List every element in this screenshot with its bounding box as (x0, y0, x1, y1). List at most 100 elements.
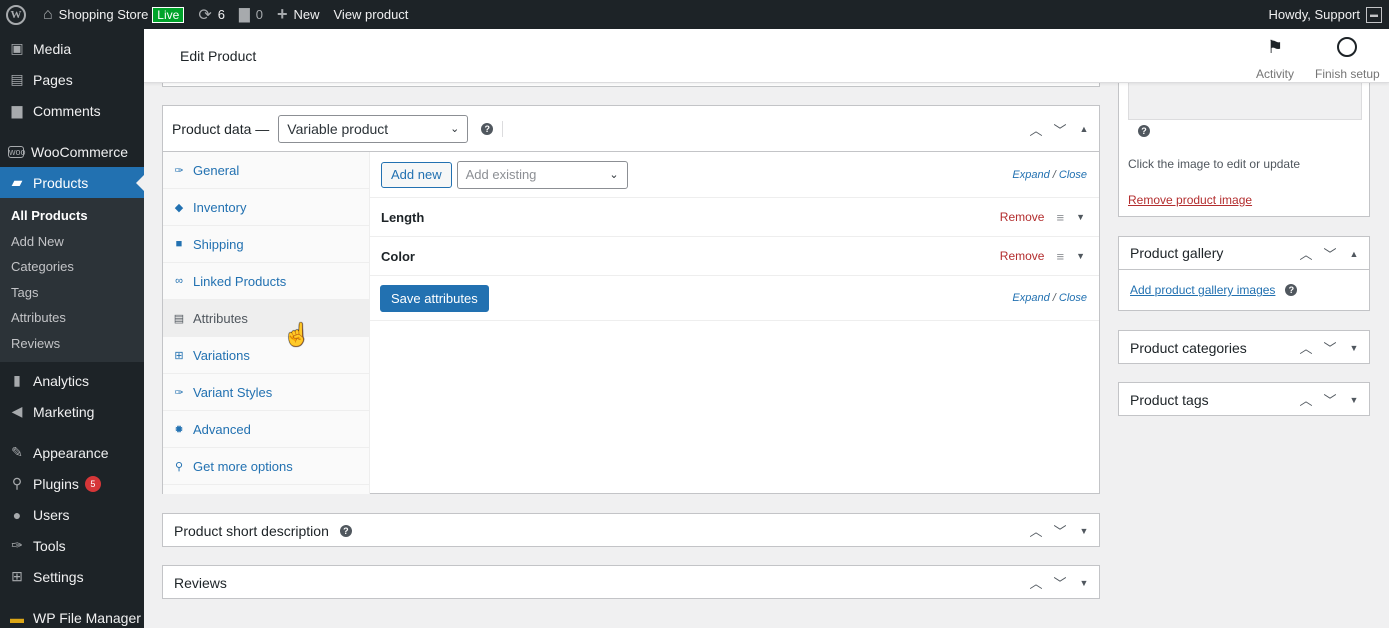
collapse-toggle-icon[interactable]: ▼ (1075, 578, 1093, 588)
menu-products[interactable]: ▰ Products (0, 167, 144, 198)
attribute-row[interactable]: Color Remove ≡ ▼ (370, 237, 1099, 276)
collapse-toggle-icon[interactable]: ▲ (1345, 249, 1363, 259)
menu-users-label: Users (33, 506, 70, 523)
add-gallery-images-link[interactable]: Add product gallery images (1130, 283, 1275, 297)
submenu-tags[interactable]: Tags (0, 280, 144, 306)
submenu-attributes[interactable]: Attributes (0, 305, 144, 331)
help-icon[interactable]: ? (481, 122, 494, 135)
submenu-categories[interactable]: Categories (0, 254, 144, 280)
help-icon[interactable]: ? (1138, 125, 1150, 137)
drag-handle-icon[interactable]: ≡ (1056, 210, 1064, 225)
menu-users[interactable]: ● Users (0, 499, 144, 530)
menu-media[interactable]: ▣ Media (0, 33, 144, 64)
tab-advanced[interactable]: ✹ Advanced (163, 411, 369, 448)
menu-comments[interactable]: ▆ Comments (0, 95, 144, 126)
collapse-toggle-icon[interactable]: ▼ (1345, 343, 1363, 353)
tab-variant-styles[interactable]: ✑ Variant Styles (163, 374, 369, 411)
move-down-icon[interactable]: ﹀ (1321, 244, 1339, 263)
new-label: New (293, 7, 320, 22)
activity-button[interactable]: ⚑ Activity (1256, 37, 1294, 81)
plugins-update-badge: 5 (84, 475, 101, 492)
submenu-all-products[interactable]: All Products (0, 203, 144, 229)
menu-settings[interactable]: ⊞ Settings (0, 561, 144, 592)
collapse-toggle-icon[interactable]: ▼ (1075, 526, 1093, 536)
site-name-link[interactable]: ⌂ Shopping Store Live (36, 0, 191, 29)
collapse-toggle-icon[interactable]: ▼ (1345, 395, 1363, 405)
move-down-icon[interactable]: ﹀ (1321, 390, 1339, 409)
remove-attribute-link[interactable]: Remove (1000, 249, 1045, 263)
submenu-add-new[interactable]: Add New (0, 229, 144, 255)
move-up-icon[interactable]: ︿ (1027, 573, 1045, 592)
page-title: Edit Product (180, 48, 257, 64)
tab-linked-products-label: Linked Products (193, 273, 287, 289)
settings-icon: ⊞ (11, 568, 23, 584)
short-description-title: Product short description (174, 522, 329, 539)
new-content-link[interactable]: + New (270, 0, 327, 29)
tab-variant-styles-label: Variant Styles (193, 384, 273, 400)
tab-inventory[interactable]: ◆ Inventory (163, 189, 369, 226)
move-up-icon[interactable]: ︿ (1027, 521, 1045, 540)
close-link[interactable]: Close (1059, 292, 1087, 304)
menu-analytics[interactable]: ▮ Analytics (0, 365, 144, 396)
product-image-thumbnail[interactable] (1128, 83, 1362, 120)
submenu-reviews[interactable]: Reviews (0, 331, 144, 357)
tab-attributes[interactable]: ▤ Attributes (163, 300, 369, 337)
tab-variations[interactable]: ⊞ Variations (163, 337, 369, 374)
tab-get-more-options[interactable]: ⚲ Get more options (163, 448, 369, 485)
view-product-link[interactable]: View product (327, 0, 416, 29)
move-down-icon[interactable]: ﹀ (1321, 338, 1339, 357)
menu-pages[interactable]: ▤ Pages (0, 64, 144, 95)
move-down-icon[interactable]: ﹀ (1051, 573, 1069, 592)
move-down-icon[interactable]: ﹀ (1051, 120, 1069, 139)
tab-shipping[interactable]: ■ Shipping (163, 226, 369, 263)
tab-general-label: General (193, 162, 240, 178)
help-icon[interactable]: ? (339, 524, 352, 537)
move-up-icon[interactable]: ︿ (1027, 120, 1045, 139)
move-down-icon[interactable]: ﹀ (1051, 521, 1069, 540)
collapse-toggle-icon[interactable]: ▲ (1075, 124, 1093, 134)
add-existing-select[interactable]: Add existing ⌄ (456, 160, 628, 189)
move-up-icon[interactable]: ︿ (1297, 244, 1315, 263)
short-description-header[interactable]: Product short description ? (163, 514, 1099, 547)
updates-link[interactable]: ⟳ 6 (191, 0, 232, 29)
add-new-attribute-button[interactable]: Add new (381, 161, 452, 188)
menu-woocommerce-label: WooCommerce (31, 143, 128, 160)
comments-link[interactable]: ▇ 0 (232, 0, 270, 29)
menu-marketing[interactable]: ◀ Marketing (0, 396, 144, 427)
chevron-down-icon: ⌄ (609, 169, 619, 181)
toggle-arrow-icon[interactable]: ▼ (1076, 212, 1085, 222)
reviews-header[interactable]: Reviews (163, 566, 1099, 599)
account-menu[interactable]: Howdy, Support ▬ (1261, 0, 1389, 29)
menu-appearance[interactable]: ✎ Appearance (0, 437, 144, 468)
attribute-row[interactable]: Length Remove ≡ ▼ (370, 198, 1099, 237)
expand-link[interactable]: Expand (1012, 169, 1049, 181)
close-link[interactable]: Close (1059, 169, 1087, 181)
menu-woocommerce[interactable]: woo WooCommerce (0, 136, 144, 167)
product-type-select[interactable]: Variable product ⌄ (278, 114, 469, 143)
folder-icon: ▬ (10, 609, 24, 626)
drag-handle-icon[interactable]: ≡ (1056, 249, 1064, 264)
save-attributes-button[interactable]: Save attributes (380, 284, 489, 312)
pages-icon: ▤ (10, 71, 24, 87)
finish-setup-button[interactable]: Finish setup (1315, 37, 1380, 81)
remove-product-image-link[interactable]: Remove product image (1128, 193, 1252, 207)
grid-icon: ⊞ (174, 349, 184, 362)
link-icon: ∞ (175, 275, 183, 287)
wordpress-logo[interactable]: W (0, 0, 36, 29)
tab-general[interactable]: ✑ General (163, 152, 369, 189)
expand-link[interactable]: Expand (1012, 292, 1049, 304)
expand-close-links: Expand / Close (1012, 169, 1087, 181)
tab-linked-products[interactable]: ∞ Linked Products (163, 263, 369, 300)
help-icon[interactable]: ? (1285, 284, 1298, 296)
tab-attributes-label: Attributes (193, 310, 248, 326)
menu-plugins[interactable]: ⚲ Plugins 5 (0, 468, 144, 499)
wrench-icon: ✑ (174, 164, 184, 177)
toggle-arrow-icon[interactable]: ▼ (1076, 251, 1085, 261)
product-data-tabs: ✑ General ◆ Inventory ■ Shipping ∞ Linked Pr… (163, 152, 370, 494)
menu-wp-file-manager[interactable]: ▬ WP File Manager (0, 602, 144, 628)
move-up-icon[interactable]: ︿ (1297, 338, 1315, 357)
remove-attribute-link[interactable]: Remove (1000, 210, 1045, 224)
move-up-icon[interactable]: ︿ (1297, 390, 1315, 409)
attributes-footer-toolbar: Save attributes Expand / Close (370, 276, 1099, 321)
menu-tools[interactable]: ✑ Tools (0, 530, 144, 561)
